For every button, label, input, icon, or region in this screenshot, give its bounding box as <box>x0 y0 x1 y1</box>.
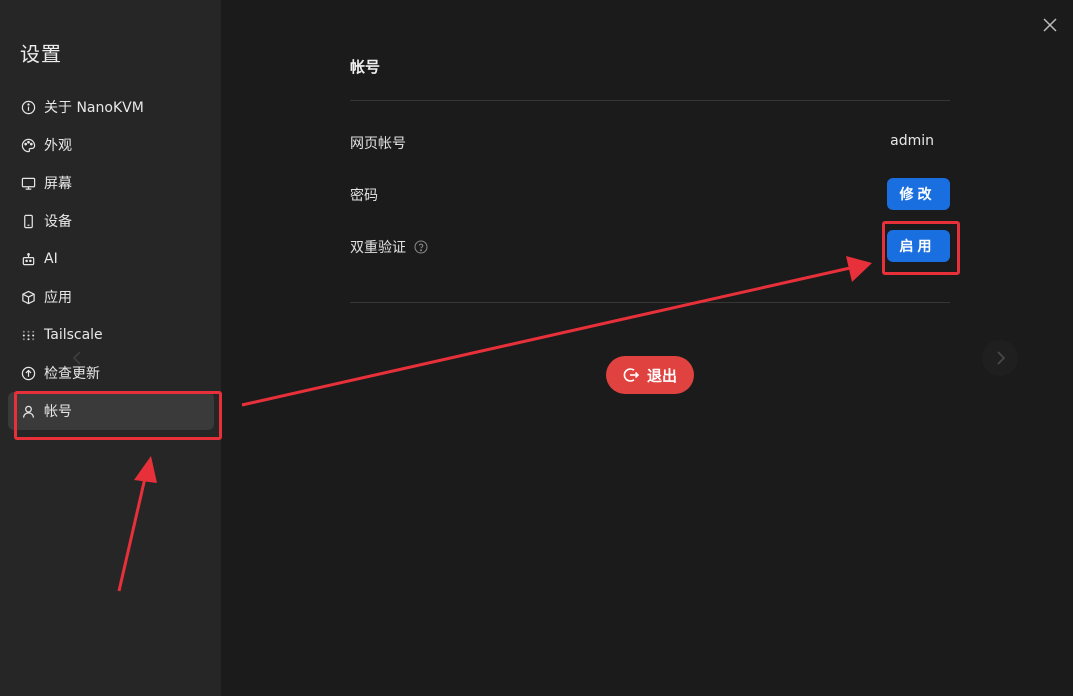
sidebar-item-tailscale[interactable]: Tailscale <box>8 316 214 354</box>
carousel-prev-button[interactable] <box>60 340 96 376</box>
two-factor-row-label: 双重验证 <box>350 237 428 257</box>
password-label: 密码 <box>350 188 378 204</box>
sidebar-item-device[interactable]: 设备 <box>8 202 214 240</box>
sidebar-item-label: AI <box>44 251 58 267</box>
sidebar-item-label: 设备 <box>44 214 72 230</box>
sidebar-item-label: 屏幕 <box>44 176 72 192</box>
sidebar-item-check-update[interactable]: 检查更新 <box>8 354 214 392</box>
tailscale-icon <box>20 327 36 343</box>
divider <box>350 302 950 303</box>
logout-icon <box>623 368 639 382</box>
sidebar-item-account[interactable]: 帐号 <box>8 392 214 430</box>
web-account-value: admin <box>890 133 934 149</box>
user-icon <box>20 403 36 419</box>
sidebar-item-ai[interactable]: AI <box>8 240 214 278</box>
robot-icon <box>20 251 36 267</box>
logout-button[interactable]: 退出 <box>606 356 694 394</box>
sidebar-item-appearance[interactable]: 外观 <box>8 126 214 164</box>
sidebar-item-screen[interactable]: 屏幕 <box>8 164 214 202</box>
chevron-left-icon <box>72 351 81 365</box>
sidebar-item-label: 帐号 <box>44 404 72 420</box>
palette-icon <box>20 137 36 153</box>
carousel-next-button[interactable] <box>982 340 1018 376</box>
sidebar-item-apps[interactable]: 应用 <box>8 278 214 316</box>
sidebar-item-label: 应用 <box>44 290 72 306</box>
annotation-arrow-right <box>241 256 872 407</box>
monitor-icon <box>20 175 36 191</box>
sidebar-nav: 关于 NanoKVM 外观 屏幕 设备 AI 应用 Tailscale 检查更新… <box>8 88 214 430</box>
page-title: 帐号 <box>350 58 381 76</box>
settings-window: 设置 关于 NanoKVM 外观 屏幕 设备 AI 应用 Tailscale 检… <box>0 0 1073 696</box>
two-factor-label: 双重验证 <box>350 240 406 256</box>
sidebar-title: 设置 <box>20 42 62 66</box>
sidebar: 设置 关于 NanoKVM 外观 屏幕 设备 AI 应用 Tailscale 检… <box>0 0 221 696</box>
divider <box>350 100 950 101</box>
close-icon <box>1043 18 1057 32</box>
sidebar-item-about[interactable]: 关于 NanoKVM <box>8 88 214 126</box>
enable-2fa-button[interactable]: 启用 <box>887 230 950 262</box>
info-icon <box>20 99 36 115</box>
logout-label: 退出 <box>646 366 677 385</box>
web-account-label: 网页帐号 <box>350 136 406 152</box>
help-icon[interactable] <box>414 240 428 254</box>
change-password-button[interactable]: 修改 <box>887 178 950 210</box>
sidebar-item-label: 外观 <box>44 138 72 154</box>
chevron-right-icon <box>997 351 1006 365</box>
arrow-up-circle-icon <box>20 365 36 381</box>
package-icon <box>20 289 36 305</box>
sidebar-item-label: 关于 NanoKVM <box>44 100 144 116</box>
close-button[interactable] <box>1041 16 1059 34</box>
smartphone-icon <box>20 213 36 229</box>
